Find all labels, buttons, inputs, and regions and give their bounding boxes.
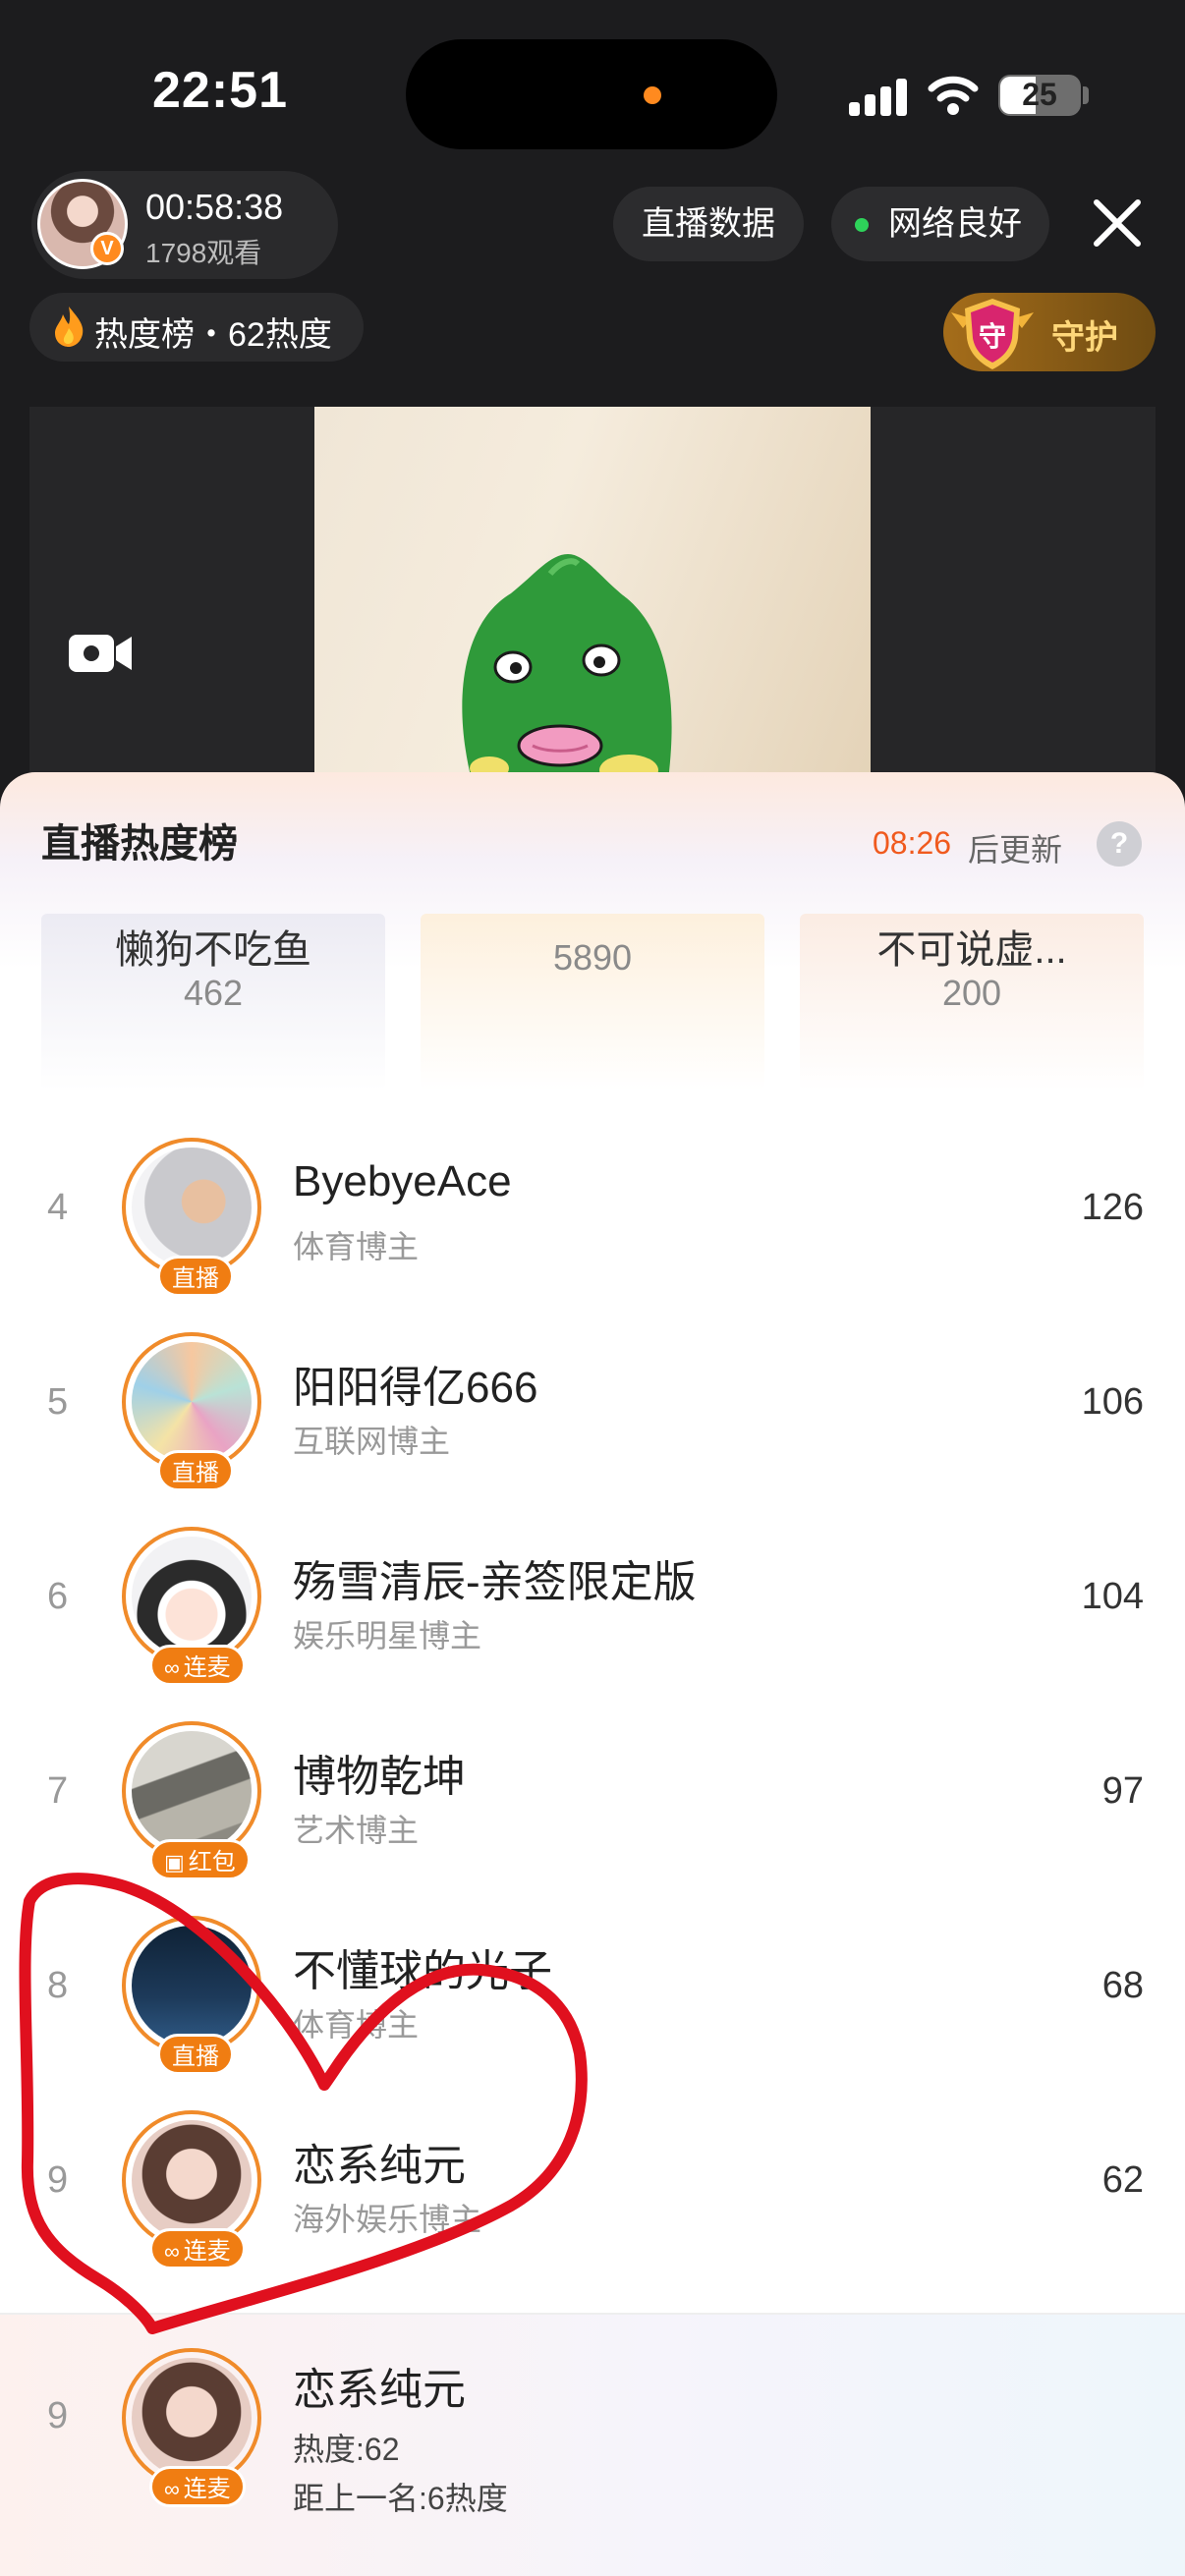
heat-score: 62 [1101, 2159, 1144, 2201]
rank-number: 7 [47, 1770, 69, 1812]
streamer-name: ByebyeAce [293, 1157, 512, 1205]
battery-tip [1083, 86, 1089, 104]
rank-number: 6 [47, 1576, 69, 1617]
gap-to-previous: 距上一名:6热度 [293, 2481, 508, 2516]
rank-number: 9 [47, 2395, 69, 2436]
wifi-icon [928, 76, 979, 115]
update-countdown: 08:26 [873, 825, 952, 861]
guard-label: 守护 [1051, 319, 1118, 357]
live-video-preview[interactable] [314, 407, 871, 780]
guard-shield-char: 守 [979, 320, 1006, 353]
mascot-image [462, 554, 672, 780]
heat-score: 106 [1081, 1381, 1144, 1423]
camera-icon[interactable] [67, 629, 136, 678]
video-side-panel [29, 407, 314, 780]
update-suffix: 后更新 [968, 832, 1063, 868]
rank-number: 9 [47, 2159, 69, 2201]
battery-icon: 25 [998, 75, 1081, 116]
recording-indicator-icon [644, 86, 661, 104]
viewer-count: 1798观看 [145, 238, 262, 268]
verified-badge-icon: V [90, 232, 124, 265]
help-icon[interactable]: ? [1097, 821, 1142, 867]
streamer-name: 殇雪清辰-亲签限定版 [293, 1558, 697, 1606]
my-name: 恋系纯元 [293, 2366, 466, 2414]
network-ok-icon [855, 218, 869, 232]
sheet-title: 直播热度榜 [41, 822, 238, 866]
heat-score: 97 [1101, 1770, 1144, 1812]
podium-name: 不可说虚... [876, 928, 1067, 972]
clock: 22:51 [152, 62, 288, 119]
video-side-panel-right [871, 407, 1156, 780]
streamer-category: 海外娱乐博主 [293, 2202, 482, 2237]
ranking-row[interactable]: 5 直播 阳阳得亿666 互联网博主 106 [0, 1316, 1185, 1511]
streamer-category: 互联网博主 [293, 1424, 451, 1459]
ranking-sheet: 直播热度榜 08:26 后更新 ? 懒狗不吃鱼 462 5890 不可说虚...… [0, 772, 1185, 2576]
co-host-tag: ∞ 连麦 [149, 2466, 246, 2507]
guard-shield-icon: 守 [951, 299, 1034, 369]
live-tag: 直播 [157, 1256, 234, 1297]
streamer-name: 不懂球的光子 [293, 1947, 552, 1995]
rank-number: 8 [47, 1965, 69, 2006]
rank-number: 5 [47, 1381, 69, 1423]
podium-first[interactable]: 5890 [421, 914, 764, 1091]
ranking-row[interactable]: 8 直播 不懂球的光子 体育博主 68 [0, 1900, 1185, 2095]
co-host-tag: ∞ 连麦 [149, 1645, 246, 1686]
streamer-category: 艺术博主 [293, 1813, 420, 1848]
ranking-row[interactable]: 6 ∞ 连麦 殇雪清辰-亲签限定版 娱乐明星博主 104 [0, 1511, 1185, 1706]
flame-icon [55, 307, 84, 347]
red-packet-tag: ▣ 红包 [149, 1839, 251, 1880]
streamer-category: 体育博主 [293, 2007, 420, 2043]
my-heat: 热度:62 [293, 2432, 400, 2467]
heat-score: 68 [1101, 1965, 1144, 2006]
streamer-name: 阳阳得亿666 [293, 1364, 538, 1412]
battery-level: 25 [1022, 77, 1057, 112]
live-tag: 直播 [157, 1450, 234, 1491]
podium-third[interactable]: 不可说虚... 200 [800, 914, 1144, 1091]
my-rank-bar[interactable]: 9 ∞ 连麦 恋系纯元 热度:62 距上一名:6热度 [0, 2313, 1185, 2576]
podium-score: 5890 [552, 937, 633, 978]
podium-second[interactable]: 懒狗不吃鱼 462 [41, 914, 385, 1091]
live-data-button[interactable]: 直播数据 [613, 187, 804, 261]
podium-score: 200 [941, 973, 1002, 1013]
dynamic-island [406, 39, 777, 149]
live-duration: 00:58:38 [145, 187, 284, 227]
streamer-name: 恋系纯元 [293, 2142, 466, 2190]
heat-score: 104 [1081, 1576, 1144, 1617]
status-bar: 22:51 25 [0, 0, 1185, 167]
streamer-category: 体育博主 [293, 1229, 420, 1264]
rank-number: 4 [47, 1187, 69, 1228]
streamer-name: 博物乾坤 [293, 1753, 466, 1801]
close-button[interactable] [1085, 191, 1150, 255]
live-tag: 直播 [157, 2034, 234, 2075]
co-host-tag: ∞ 连麦 [149, 2228, 246, 2269]
ranking-row[interactable]: 7 ▣ 红包 博物乾坤 艺术博主 97 [0, 1706, 1185, 1900]
cellular-signal-icon [849, 77, 908, 116]
podium-score: 462 [183, 973, 244, 1013]
ranking-row[interactable]: 9 ∞ 连麦 恋系纯元 海外娱乐博主 62 [0, 2095, 1185, 2289]
close-icon [1094, 199, 1141, 247]
heat-summary: 热度榜・62热度 [94, 316, 332, 354]
streamer-category: 娱乐明星博主 [293, 1618, 482, 1653]
ranking-row[interactable]: 4 直播 ByebyeAce 体育博主 126 [0, 1122, 1185, 1316]
heat-score: 126 [1081, 1187, 1144, 1228]
podium-name: 懒狗不吃鱼 [115, 928, 311, 972]
